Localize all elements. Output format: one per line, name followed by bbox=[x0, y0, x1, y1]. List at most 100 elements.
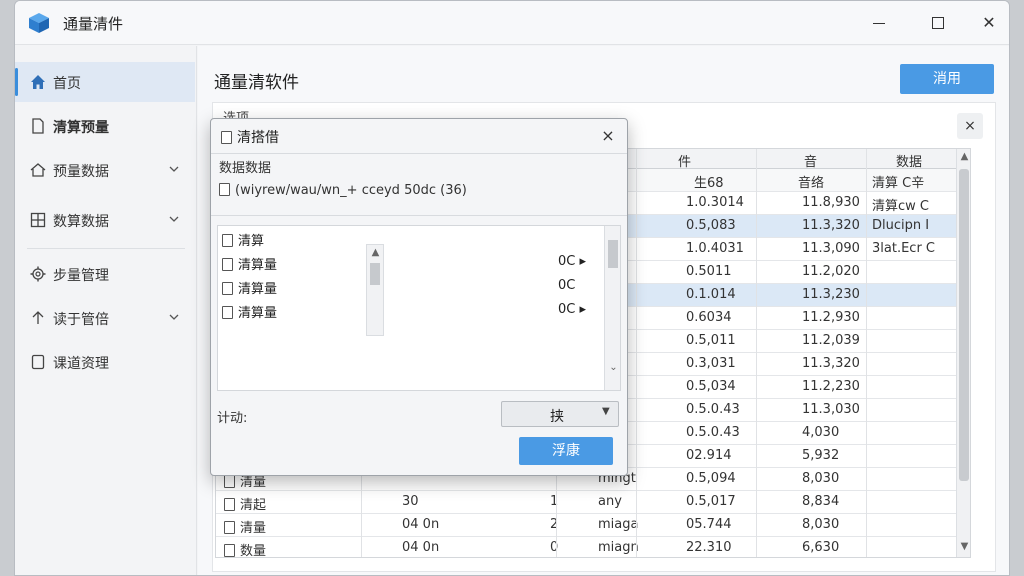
file-size-text: 0C bbox=[558, 302, 576, 317]
scrollbar-thumb[interactable] bbox=[608, 240, 618, 268]
column-header[interactable]: 数据 bbox=[896, 151, 922, 170]
table-cell: 0.6034 bbox=[686, 310, 732, 325]
scroll-up-icon[interactable]: ▲ bbox=[959, 151, 970, 162]
table-cell: miaga bbox=[598, 517, 639, 532]
table-row[interactable]: 数量 04 0n 0 miagn 22.310 6,630 bbox=[216, 537, 956, 558]
file-item[interactable]: 清算量 0C ▸ bbox=[222, 254, 592, 276]
table-cell: 04 0n bbox=[402, 540, 440, 555]
table-cell: 0.5011 bbox=[686, 264, 732, 279]
document-icon bbox=[224, 475, 235, 488]
document-icon bbox=[224, 521, 235, 534]
table-cell: 11.3,030 bbox=[802, 402, 860, 417]
file-item[interactable]: 清算 bbox=[222, 230, 592, 252]
column-divider bbox=[756, 149, 757, 557]
sidebar-item-read-manage[interactable]: 读于管倍 bbox=[15, 298, 195, 338]
sidebar-item-step-manage[interactable]: 步量管理 bbox=[15, 254, 195, 294]
table-cell: 11.2,039 bbox=[802, 333, 860, 348]
subheader-cell: 音络 bbox=[798, 176, 825, 191]
maximize-icon bbox=[932, 17, 944, 29]
sidebar-divider bbox=[27, 248, 185, 249]
dialog-path[interactable]: (wiyrew/wau/wn_+ cceyd 50dc (36) bbox=[219, 183, 467, 198]
table-cell: 6,630 bbox=[802, 540, 840, 555]
column-divider bbox=[866, 149, 867, 557]
maximize-button[interactable] bbox=[921, 9, 957, 37]
table-cell: 0 bbox=[550, 540, 559, 555]
column-divider bbox=[636, 149, 637, 557]
divider bbox=[211, 215, 627, 216]
home-icon bbox=[31, 75, 45, 89]
minimize-icon bbox=[873, 23, 885, 24]
document-icon bbox=[222, 258, 233, 271]
sidebar-item-clearing[interactable]: 清算预量 bbox=[15, 106, 195, 146]
table-row[interactable]: 清量 04 0n 2 miaga 05.744 8,030 bbox=[216, 514, 956, 537]
document-icon bbox=[222, 306, 233, 319]
table-row[interactable]: 清起 30 1 any 0.5,017 8,834 bbox=[216, 491, 956, 514]
file-size-text: 0C bbox=[558, 254, 576, 269]
sidebar-item-resources[interactable]: 课道资理 bbox=[15, 342, 195, 382]
grid-scrollbar[interactable]: ▲ ▼ bbox=[956, 149, 970, 557]
table-cell: 02.914 bbox=[686, 448, 732, 463]
sidebar-item-label: 读于管倍 bbox=[53, 312, 109, 328]
sidebar-item-preview-data[interactable]: 预量数据 bbox=[15, 150, 195, 190]
sidebar-item-home[interactable]: 首页 bbox=[15, 62, 195, 102]
chevron-down-icon bbox=[169, 314, 179, 320]
window-title: 通量清件 bbox=[63, 15, 124, 33]
table-cell: 0.3,031 bbox=[686, 356, 736, 371]
table-cell: 11.2,930 bbox=[802, 310, 860, 325]
table-cell: 04 0n bbox=[402, 517, 440, 532]
chevron-down-icon bbox=[169, 216, 179, 222]
table-cell: 0.5,083 bbox=[686, 218, 736, 233]
scrollbar-thumb[interactable] bbox=[370, 263, 380, 285]
document-icon bbox=[221, 131, 232, 144]
subheader-cell: 生68 bbox=[694, 176, 724, 191]
table-cell: 2 bbox=[550, 517, 559, 532]
scroll-up-icon[interactable]: ▲ bbox=[370, 247, 381, 258]
table-cell: 11.2,020 bbox=[802, 264, 860, 279]
select-value: 挟 bbox=[550, 409, 564, 425]
table-cell: miagn bbox=[598, 540, 639, 555]
inner-scrollbar[interactable]: ▲ bbox=[366, 244, 384, 336]
table-cell: 8,834 bbox=[802, 494, 840, 509]
square-icon bbox=[31, 354, 45, 370]
minimize-button[interactable] bbox=[861, 9, 897, 37]
file-name: 清算 bbox=[238, 234, 265, 249]
scroll-down-icon[interactable]: ▼ bbox=[959, 541, 970, 552]
action-select[interactable]: 挟 ▼ bbox=[501, 401, 619, 427]
table-cell: 0.5,094 bbox=[686, 471, 736, 486]
column-header[interactable]: 件 bbox=[678, 151, 691, 170]
file-list-scrollbar[interactable]: ⌄ bbox=[604, 226, 620, 390]
file-name: 清算量 bbox=[238, 282, 278, 297]
divider bbox=[211, 153, 627, 154]
grid-icon bbox=[30, 212, 46, 228]
sidebar-item-label: 清算预量 bbox=[53, 120, 109, 136]
table-cell: 0.5,017 bbox=[686, 494, 736, 509]
document-icon bbox=[32, 118, 44, 134]
chevron-down-icon bbox=[169, 166, 179, 172]
sidebar-item-calc-data[interactable]: 数算数据 bbox=[15, 200, 195, 240]
cell-text: 数量 bbox=[240, 544, 267, 558]
table-cell: 0.1.014 bbox=[686, 287, 736, 302]
apply-button[interactable]: 消用 bbox=[900, 64, 994, 94]
sidebar-item-label: 首页 bbox=[53, 76, 81, 92]
table-cell: 1.0.4031 bbox=[686, 241, 744, 256]
column-header[interactable]: 音 bbox=[804, 151, 817, 170]
scroll-down-icon[interactable]: ⌄ bbox=[608, 362, 619, 373]
table-cell: 1.0.3014 bbox=[686, 195, 744, 210]
cube-app-icon bbox=[29, 13, 49, 33]
dialog-close-button[interactable]: × bbox=[597, 125, 619, 147]
table-cell: 4,030 bbox=[802, 425, 840, 440]
file-item[interactable]: 清算量 0C ▸ bbox=[222, 302, 592, 324]
title-bar: 通量清件 ✕ bbox=[15, 1, 1009, 45]
document-icon bbox=[219, 183, 230, 196]
dialog-confirm-button[interactable]: 浮康 bbox=[519, 437, 613, 465]
table-cell: 8,030 bbox=[802, 517, 840, 532]
table-cell: 11.2,230 bbox=[802, 379, 860, 394]
file-item[interactable]: 清算量 0C bbox=[222, 278, 592, 300]
table-cell: 0.5.0.43 bbox=[686, 402, 740, 417]
table-cell: 11.3,320 bbox=[802, 356, 860, 371]
table-cell: 11.3,230 bbox=[802, 287, 860, 302]
scrollbar-thumb[interactable] bbox=[959, 169, 969, 481]
close-window-button[interactable]: ✕ bbox=[971, 9, 1007, 37]
house-outline-icon bbox=[30, 163, 46, 177]
panel-close-button[interactable]: × bbox=[957, 113, 983, 139]
